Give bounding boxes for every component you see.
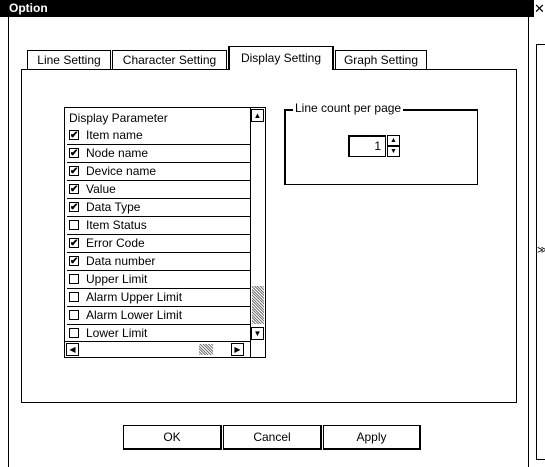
- list-item[interactable]: Upper Limit: [67, 271, 250, 289]
- list-item-label: Upper Limit: [86, 272, 148, 286]
- list-item[interactable]: Item Status: [67, 217, 250, 235]
- scroll-left-button[interactable]: ◀: [66, 343, 79, 356]
- checkbox[interactable]: [69, 220, 79, 230]
- scroll-right-button[interactable]: ▶: [231, 343, 244, 356]
- scroll-thumb[interactable]: [252, 286, 264, 324]
- expand-arrow-icon[interactable]: ≫: [537, 246, 545, 256]
- tab-display-setting[interactable]: Display Setting: [228, 46, 334, 70]
- check-icon: ✔: [70, 130, 79, 141]
- window-title: Option: [9, 1, 48, 15]
- list-item[interactable]: ✔ Item name: [67, 127, 250, 145]
- list-item-label: Lower Limit: [86, 326, 148, 340]
- arrow-left-icon: ◀: [69, 345, 76, 354]
- tab-label: Display Setting: [240, 51, 322, 65]
- tab-graph-setting[interactable]: Graph Setting: [335, 50, 427, 70]
- list-item-label: Alarm Lower Limit: [86, 308, 183, 322]
- list-item[interactable]: Alarm Upper Limit: [67, 289, 250, 307]
- scroll-down-button[interactable]: ▼: [251, 327, 264, 340]
- checkbox[interactable]: [69, 274, 79, 284]
- list-item-label: Data Type: [86, 200, 141, 214]
- list-item[interactable]: ✔ Value: [67, 181, 250, 199]
- list-item-label: Item name: [86, 128, 143, 142]
- tab-label: Line Setting: [37, 53, 101, 67]
- list-item[interactable]: ✔ Error Code: [67, 235, 250, 253]
- checkbox[interactable]: ✔: [69, 166, 79, 177]
- checkbox[interactable]: ✔: [69, 148, 79, 159]
- ok-button[interactable]: OK: [123, 425, 222, 450]
- arrow-up-icon: ▲: [253, 111, 262, 120]
- arrow-right-icon: ▶: [234, 345, 241, 354]
- checkbox[interactable]: [69, 292, 79, 302]
- checkbox[interactable]: ✔: [69, 202, 79, 213]
- list-header: Display Parameter: [69, 111, 168, 125]
- checkbox[interactable]: ✔: [69, 238, 79, 249]
- check-icon: ✔: [70, 184, 79, 195]
- list-item-label: Value: [86, 182, 116, 196]
- list-item-label: Alarm Upper Limit: [86, 290, 183, 304]
- spin-down-button[interactable]: ▼: [387, 146, 400, 157]
- list-item-label: Node name: [86, 146, 149, 160]
- list-item-label: Device name: [86, 164, 157, 178]
- tab-label: Graph Setting: [343, 53, 419, 67]
- checkbox[interactable]: ✔: [69, 184, 79, 195]
- list-item-label: Item Status: [86, 218, 147, 232]
- apply-button[interactable]: Apply: [323, 425, 421, 450]
- scroll-up-button[interactable]: ▲: [251, 109, 264, 122]
- checkbox[interactable]: [69, 310, 79, 320]
- arrow-down-icon: ▼: [253, 329, 262, 338]
- tab-label: Character Setting: [122, 53, 217, 67]
- check-icon: ✔: [70, 148, 79, 159]
- checkbox[interactable]: ✔: [69, 130, 79, 141]
- list-item-label: Error Code: [86, 236, 145, 250]
- spin-up-button[interactable]: ▲: [387, 135, 400, 146]
- display-parameter-list[interactable]: Display Parameter ✔ Item name ✔ Node nam…: [64, 107, 266, 358]
- checkbox[interactable]: [69, 328, 79, 338]
- group-title: Line count per page: [293, 101, 404, 115]
- vertical-scrollbar[interactable]: ▲ ▼: [250, 108, 265, 357]
- list-item[interactable]: ✔ Data Type: [67, 199, 250, 217]
- list-item[interactable]: ✔ Device name: [67, 163, 250, 181]
- tab-character-setting[interactable]: Character Setting: [112, 50, 227, 70]
- list-item-label: Data number: [86, 254, 156, 268]
- active-tab-join: [230, 68, 332, 70]
- check-icon: ✔: [70, 166, 79, 177]
- arrow-up-icon: ▲: [390, 137, 397, 144]
- arrow-down-icon: ▼: [390, 148, 397, 155]
- line-count-input[interactable]: 1: [348, 135, 386, 157]
- check-icon: ✔: [70, 202, 79, 213]
- horizontal-scrollbar[interactable]: ◀ ▶: [65, 341, 250, 357]
- checkbox[interactable]: ✔: [69, 256, 79, 267]
- check-icon: ✔: [70, 256, 79, 267]
- list-item[interactable]: Alarm Lower Limit: [67, 307, 250, 325]
- scroll-thumb[interactable]: [199, 344, 213, 355]
- list-item[interactable]: ✔ Data number: [67, 253, 250, 271]
- cancel-button[interactable]: Cancel: [223, 425, 322, 450]
- title-bar: Option: [0, 0, 533, 17]
- tab-line-setting[interactable]: Line Setting: [27, 50, 111, 70]
- check-icon: ✔: [70, 238, 79, 249]
- close-button[interactable]: ✕: [533, 0, 545, 17]
- list-item[interactable]: ✔ Node name: [67, 145, 250, 163]
